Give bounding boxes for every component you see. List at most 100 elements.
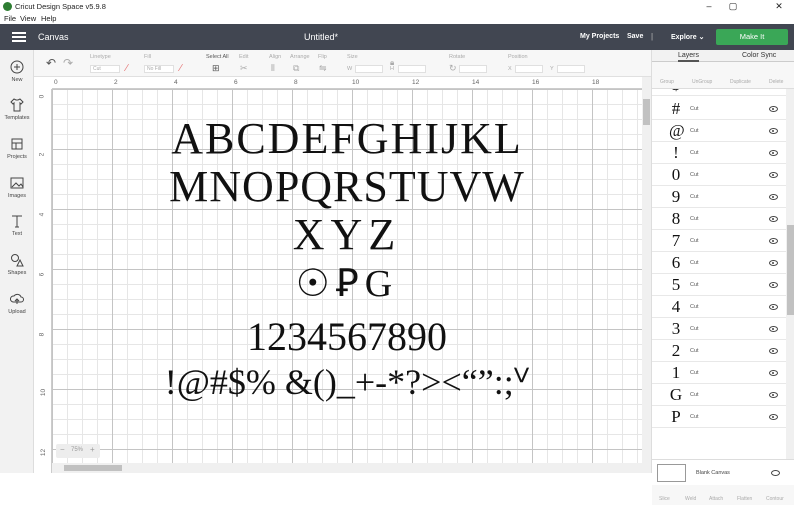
layer-row[interactable]: @ Cut: [652, 120, 786, 142]
explore-dropdown[interactable]: Explore ⌄: [671, 33, 705, 41]
flatten-button[interactable]: Flatten: [737, 496, 752, 502]
nav-shapes[interactable]: Shapes: [0, 253, 34, 276]
menu-help[interactable]: Help: [41, 14, 56, 23]
layer-row[interactable]: # Cut: [652, 98, 786, 120]
attach-button[interactable]: Attach: [709, 496, 723, 502]
text-object-line6[interactable]: !@#$% &()_+-*?><“”:;ⱽ: [52, 361, 642, 403]
text-object-line4[interactable]: ☉ꝐG: [52, 261, 642, 306]
menu-file[interactable]: File: [4, 14, 16, 23]
make-it-button[interactable]: Make It: [716, 29, 788, 45]
document-title: Untitled*: [304, 32, 339, 42]
flip-icon[interactable]: ⇋: [319, 63, 327, 74]
eye-icon[interactable]: [769, 238, 778, 244]
nav-text[interactable]: Text: [0, 214, 34, 237]
save-button[interactable]: Save: [627, 33, 643, 40]
edit-icon[interactable]: ✂: [240, 63, 248, 74]
layer-row[interactable]: ! Cut: [652, 142, 786, 164]
layer-type: Cut: [690, 304, 699, 310]
my-projects-link[interactable]: My Projects: [580, 33, 619, 40]
close-window-button[interactable]: ✕: [768, 1, 790, 12]
layer-row[interactable]: 2 Cut: [652, 340, 786, 362]
scrollbar-thumb[interactable]: [787, 225, 794, 315]
layer-row[interactable]: 3 Cut: [652, 318, 786, 340]
hamburger-menu-icon[interactable]: [12, 32, 26, 42]
slice-button[interactable]: Slice: [659, 496, 670, 502]
fill-color-icon[interactable]: ∕: [180, 63, 182, 74]
nav-new[interactable]: New: [0, 60, 34, 83]
layer-thumbnail: 6: [671, 253, 681, 272]
minimize-button[interactable]: –: [698, 1, 720, 12]
size-width-input[interactable]: [355, 65, 383, 73]
eye-icon[interactable]: [769, 260, 778, 266]
fill-select[interactable]: No Fill: [144, 65, 174, 73]
layer-row[interactable]: P Cut: [652, 406, 786, 428]
menu-view[interactable]: View: [20, 14, 36, 23]
linetype-color-icon[interactable]: ∕: [126, 63, 128, 74]
nav-projects[interactable]: Projects: [0, 137, 34, 160]
group-button[interactable]: Group: [660, 79, 674, 85]
eye-hidden-icon[interactable]: [771, 470, 780, 476]
align-icon[interactable]: ⫴: [271, 63, 275, 74]
select-all-icon[interactable]: ⊞: [212, 63, 220, 74]
eye-icon[interactable]: [769, 326, 778, 332]
duplicate-button[interactable]: Duplicate: [730, 79, 751, 85]
layer-row[interactable]: 8 Cut: [652, 208, 786, 230]
eye-icon[interactable]: [769, 194, 778, 200]
layer-row[interactable]: 6 Cut: [652, 252, 786, 274]
layer-row[interactable]: 0 Cut: [652, 164, 786, 186]
ruler-v-tick: 12: [40, 448, 48, 457]
undo-icon[interactable]: ↶: [46, 56, 56, 70]
eye-icon[interactable]: [769, 392, 778, 398]
ungroup-button[interactable]: UnGroup: [692, 79, 712, 85]
weld-button[interactable]: Weld: [685, 496, 696, 502]
tab-layers[interactable]: Layers: [678, 52, 700, 62]
nav-templates-label: Templates: [4, 115, 30, 121]
redo-icon[interactable]: ↷: [63, 56, 73, 70]
nav-images[interactable]: Images: [0, 176, 34, 199]
layer-row[interactable]: 9 Cut: [652, 186, 786, 208]
scrollbar-thumb[interactable]: [64, 465, 122, 471]
text-object-line5[interactable]: 1234567890: [52, 313, 642, 360]
eye-icon[interactable]: [769, 304, 778, 310]
flip-label: Flip: [318, 54, 327, 60]
size-height-input[interactable]: [398, 65, 426, 73]
linetype-select[interactable]: Cut: [90, 65, 120, 73]
position-x-input[interactable]: [515, 65, 543, 73]
contour-button[interactable]: Contour: [766, 496, 784, 502]
eye-icon[interactable]: [769, 370, 778, 376]
eye-icon[interactable]: [769, 128, 778, 134]
zoom-in-button[interactable]: +: [90, 445, 95, 454]
eye-icon[interactable]: [769, 348, 778, 354]
scrollbar-thumb[interactable]: [643, 99, 650, 125]
zoom-out-button[interactable]: −: [60, 445, 65, 454]
layer-row[interactable]: $: [652, 89, 786, 96]
layer-row[interactable]: 5 Cut: [652, 274, 786, 296]
eye-icon[interactable]: [769, 414, 778, 420]
eye-icon[interactable]: [769, 106, 778, 112]
text-object-line3[interactable]: XYZ: [52, 209, 642, 260]
delete-button[interactable]: Delete: [769, 79, 783, 85]
maximize-button[interactable]: ▢: [722, 1, 744, 12]
blank-canvas-row[interactable]: Blank Canvas: [652, 459, 794, 485]
rotate-input[interactable]: [459, 65, 487, 73]
layer-row[interactable]: 4 Cut: [652, 296, 786, 318]
canvas-horizontal-scrollbar[interactable]: [52, 463, 642, 473]
nav-templates[interactable]: Templates: [0, 98, 34, 121]
nav-upload[interactable]: Upload: [0, 292, 34, 315]
layers-scrollbar[interactable]: [786, 89, 794, 459]
arrange-icon[interactable]: ⧉: [293, 63, 299, 74]
layer-type: Cut: [690, 216, 699, 222]
eye-icon[interactable]: [769, 150, 778, 156]
layer-row[interactable]: G Cut: [652, 384, 786, 406]
canvas-color-swatch[interactable]: [657, 464, 686, 482]
eye-icon[interactable]: [769, 282, 778, 288]
eye-icon[interactable]: [769, 216, 778, 222]
layer-row[interactable]: 1 Cut: [652, 362, 786, 384]
text-object-line2[interactable]: MNOPQRSTUVW: [52, 161, 642, 212]
layer-row[interactable]: 7 Cut: [652, 230, 786, 252]
eye-icon[interactable]: [769, 172, 778, 178]
position-y-input[interactable]: [557, 65, 585, 73]
canvas-vertical-scrollbar[interactable]: [642, 77, 651, 473]
tab-color-sync[interactable]: Color Sync: [742, 52, 776, 59]
text-object-line1[interactable]: ABCDEFGHIJKL: [52, 113, 642, 164]
